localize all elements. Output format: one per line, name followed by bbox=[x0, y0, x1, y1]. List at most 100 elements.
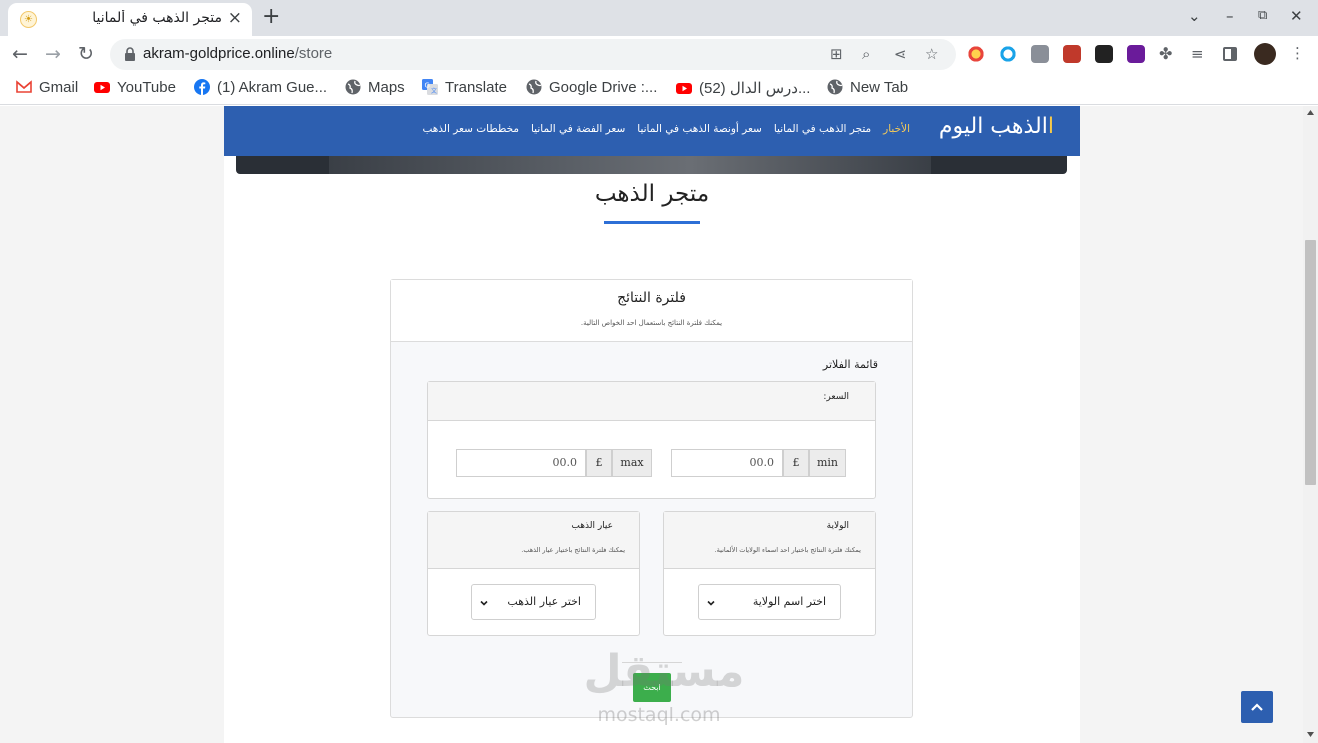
karat-filter-desc: يمكنك فلترة النتائج باختيار عيار الذهب. bbox=[521, 546, 625, 554]
share-icon[interactable]: ⋖ bbox=[894, 45, 907, 63]
tab-title: متجر الذهب في ألمانيا bbox=[92, 10, 222, 26]
forward-arrow-icon[interactable]: → bbox=[45, 43, 61, 65]
restore-icon[interactable]: ⧉ bbox=[1258, 7, 1267, 25]
profile-avatar[interactable] bbox=[1254, 43, 1276, 65]
translate-icon: G文 bbox=[422, 79, 438, 95]
price-label: السعر: bbox=[823, 392, 849, 402]
site-favicon-icon: ☀ bbox=[20, 11, 37, 28]
tab-bar: ☀ متجر الذهب في ألمانيا × + ⌄ – ⧉ ✕ bbox=[0, 0, 1318, 36]
nav-link-gold-charts[interactable]: مخططات سعر الذهب bbox=[422, 123, 519, 135]
bookmark-new-tab[interactable]: New Tab bbox=[827, 79, 908, 99]
karat-select-value: اختر عيار الذهب bbox=[507, 595, 581, 608]
state-filter-title: الولاية bbox=[826, 521, 849, 531]
media-control-icon[interactable]: ≡ bbox=[1191, 45, 1209, 63]
lock-icon bbox=[125, 47, 135, 61]
karat-filter-header: عيار الذهب يمكنك فلترة النتائج باختيار ع… bbox=[428, 512, 639, 569]
max-price-input[interactable]: 00.0 bbox=[456, 449, 586, 477]
filter-subtitle: يمكنك فلترة النتائج باستعمال احد الخواص … bbox=[580, 319, 723, 327]
site-container: االذهب اليوم الأخبار متجر الذهب في المان… bbox=[224, 106, 1080, 743]
globe-icon bbox=[526, 79, 542, 95]
active-tab[interactable]: ☀ متجر الذهب في ألمانيا × bbox=[8, 3, 252, 36]
bookmark-maps[interactable]: Maps bbox=[345, 79, 405, 99]
svg-text:文: 文 bbox=[431, 87, 437, 95]
tab-search-chevron-icon[interactable]: ⌄ bbox=[1188, 7, 1201, 25]
bookmark-translate[interactable]: G 文 Translate bbox=[422, 79, 507, 99]
page-viewport: االذهب اليوم الأخبار متجر الذهب في المان… bbox=[0, 106, 1303, 743]
extension-red-icon[interactable] bbox=[1063, 45, 1081, 63]
max-price-group: 00.0 £ max bbox=[456, 449, 652, 477]
chevron-up-icon bbox=[1251, 703, 1263, 711]
close-window-icon[interactable]: ✕ bbox=[1290, 7, 1303, 25]
brand-text: الذهب اليوم bbox=[938, 114, 1048, 139]
facebook-icon bbox=[194, 79, 210, 95]
price-filter-box: السعر: 00.0 £ max 00.0 £ min bbox=[427, 381, 876, 499]
page-title: متجر الذهب bbox=[594, 181, 710, 207]
url-text: akram-goldprice.online/store bbox=[143, 45, 332, 62]
bookmark-facebook[interactable]: (1) Akram Gue... bbox=[194, 79, 327, 99]
globe-icon bbox=[827, 79, 843, 95]
url-domain: akram-goldprice.online bbox=[143, 45, 295, 62]
filter-title: فلترة النتائج bbox=[617, 290, 686, 306]
translate-page-icon[interactable]: ⊞ bbox=[830, 45, 843, 63]
filter-card-header: فلترة النتائج يمكنك فلترة النتائج باستعم… bbox=[391, 280, 912, 342]
back-to-top-button[interactable] bbox=[1241, 691, 1273, 723]
nav-links: الأخبار متجر الذهب في المانيا سعر أونصة … bbox=[410, 123, 910, 135]
brand-mark: ا bbox=[1047, 114, 1054, 139]
youtube-icon bbox=[676, 83, 692, 94]
karat-filter-title: عيار الذهب bbox=[571, 521, 613, 531]
extension-fb-icon[interactable] bbox=[1031, 45, 1049, 63]
nav-link-gold-store[interactable]: متجر الذهب في المانيا bbox=[774, 123, 871, 135]
scroll-up-arrow-icon[interactable] bbox=[1307, 110, 1314, 115]
bookmarks-bar: Gmail YouTube (1) Akram Gue... Maps G 文 Tr… bbox=[0, 73, 1318, 105]
bookmark-star-icon[interactable]: ☆ bbox=[925, 45, 938, 63]
state-filter-box: الولاية يمكنك فلترة النتائج باختيار احد … bbox=[663, 511, 876, 636]
state-select[interactable]: اختر اسم الولاية bbox=[698, 584, 841, 620]
max-currency-addon: £ bbox=[586, 449, 612, 477]
price-filter-header: السعر: bbox=[428, 382, 875, 421]
scroll-down-arrow-icon[interactable] bbox=[1307, 732, 1314, 737]
reload-icon[interactable]: ↻ bbox=[78, 43, 94, 65]
bookmark-google-drive[interactable]: Google Drive :... bbox=[526, 79, 657, 99]
nav-link-gold-ounce[interactable]: سعر أونصة الذهب في المانيا bbox=[637, 123, 762, 135]
min-price-input[interactable]: 00.0 bbox=[671, 449, 783, 477]
zoom-icon[interactable]: ⌕ bbox=[862, 45, 870, 63]
karat-select[interactable]: اختر عيار الذهب bbox=[471, 584, 596, 620]
minimize-icon[interactable]: – bbox=[1226, 7, 1234, 25]
extensions-puzzle-icon[interactable]: ✤ bbox=[1159, 45, 1177, 63]
bookmark-gmail[interactable]: Gmail bbox=[16, 79, 78, 99]
nav-link-silver-price[interactable]: سعر الفضة في المانيا bbox=[531, 123, 625, 135]
title-underline bbox=[604, 221, 700, 224]
extension-purple-icon[interactable] bbox=[1127, 45, 1145, 63]
nav-link-news[interactable]: الأخبار bbox=[883, 123, 910, 135]
globe-icon bbox=[345, 79, 361, 95]
tab-close-icon[interactable]: × bbox=[228, 9, 242, 27]
new-tab-icon[interactable]: + bbox=[262, 5, 280, 29]
bookmark-youtube-lesson[interactable]: (52) درس الدال... bbox=[676, 79, 810, 99]
side-panel-icon[interactable] bbox=[1223, 47, 1237, 61]
address-bar[interactable]: akram-goldprice.online/store ⊞ ⌕ ⋖ ☆ bbox=[110, 39, 956, 70]
svg-text:G: G bbox=[425, 82, 430, 90]
back-arrow-icon[interactable]: ← bbox=[12, 43, 28, 65]
chevron-down-icon bbox=[480, 600, 488, 606]
extension-circle-icon[interactable] bbox=[999, 45, 1017, 63]
hero-image-strip bbox=[236, 156, 1067, 174]
extension-vk-icon[interactable] bbox=[1095, 45, 1113, 63]
min-price-group: 00.0 £ min bbox=[671, 449, 846, 477]
state-filter-header: الولاية يمكنك فلترة النتائج باختيار احد … bbox=[664, 512, 875, 569]
max-label-addon: max bbox=[612, 449, 652, 477]
site-brand[interactable]: االذهب اليوم bbox=[939, 114, 1054, 139]
gmail-icon bbox=[16, 80, 32, 93]
chevron-down-icon bbox=[707, 600, 715, 606]
filters-list-label: قائمة الفلاتر bbox=[822, 358, 878, 371]
karat-filter-box: عيار الذهب يمكنك فلترة النتائج باختيار ع… bbox=[427, 511, 640, 636]
watermark-latin: mostaql.com bbox=[597, 704, 721, 726]
youtube-icon bbox=[94, 82, 110, 93]
bookmark-youtube[interactable]: YouTube bbox=[94, 79, 176, 99]
menu-dots-icon[interactable]: ⋮ bbox=[1290, 44, 1305, 62]
state-filter-desc: يمكنك فلترة النتائج باختيار احد اسماء ال… bbox=[714, 546, 861, 554]
scroll-thumb[interactable] bbox=[1305, 240, 1316, 485]
page-scrollbar[interactable] bbox=[1303, 106, 1318, 743]
browser-toolbar: ← → ↻ akram-goldprice.online/store ⊞ ⌕ ⋖… bbox=[0, 36, 1318, 73]
state-select-value: اختر اسم الولاية bbox=[752, 595, 826, 608]
extension-color-icon[interactable] bbox=[967, 45, 985, 63]
